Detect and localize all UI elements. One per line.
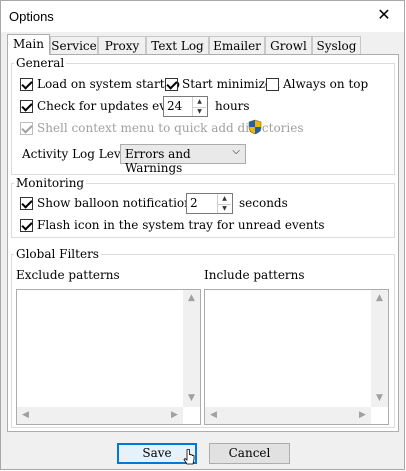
scroll-right-icon[interactable]: ▶ (354, 407, 371, 424)
load-on-startup-checkbox[interactable] (20, 78, 33, 91)
tab-text-log[interactable]: Text Log (146, 36, 209, 54)
shell-context-label[interactable]: Shell context menu to quick add director… (37, 121, 304, 135)
scroll-down-icon[interactable]: ▼ (183, 390, 200, 407)
flash-icon-label[interactable]: Flash icon in the system tray for unread… (37, 218, 325, 232)
include-patterns-label: Include patterns (204, 268, 305, 282)
spinner-down-icon[interactable]: ▼ (218, 204, 231, 214)
activity-log-level-select[interactable]: Errors and Warnings ⌵ (120, 144, 246, 175)
tab-proxy[interactable]: Proxy (98, 36, 146, 54)
tab-growl[interactable]: Growl (265, 36, 312, 54)
tab-syslog[interactable]: Syslog (312, 36, 361, 54)
exclude-patterns-label: Exclude patterns (16, 268, 120, 282)
scroll-left-icon[interactable]: ◀ (17, 407, 34, 424)
always-on-top-label[interactable]: Always on top (283, 77, 368, 91)
update-interval-buttons: ▲ ▼ (192, 97, 207, 116)
include-vertical-scrollbar[interactable]: ▲ ▼ (371, 290, 388, 407)
chevron-down-icon: ⌵ (232, 146, 240, 157)
balloon-duration-value[interactable]: 2 (190, 196, 198, 210)
check-updates-checkbox[interactable] (20, 100, 33, 113)
shell-context-checkbox[interactable] (20, 122, 33, 135)
activity-log-label: Activity Log Level: (22, 147, 136, 161)
update-unit-label: hours (215, 99, 250, 113)
balloon-notifications-checkbox[interactable] (20, 197, 33, 210)
general-group: General Load on system startup Start min… (11, 56, 395, 175)
balloon-unit-label: seconds (239, 196, 288, 210)
global-filters-group: Global Filters Exclude patterns ▲ ▼ ◀ ▶ … (11, 247, 395, 428)
update-interval-spinner[interactable]: 24 ▲ ▼ (163, 96, 208, 117)
start-minimized-checkbox[interactable] (165, 78, 178, 91)
include-patterns-textarea[interactable]: ▲ ▼ ◀ ▶ (204, 289, 389, 425)
update-interval-value[interactable]: 24 (167, 99, 182, 113)
options-window: Options ✕ Main Service Proxy Text Log Em… (0, 0, 405, 470)
balloon-duration-buttons: ▲ ▼ (217, 194, 232, 213)
scroll-up-icon[interactable]: ▲ (371, 290, 388, 307)
tab-main[interactable]: Main (7, 34, 50, 55)
include-horizontal-scrollbar[interactable]: ◀ ▶ (205, 407, 371, 424)
monitoring-group-label: Monitoring (14, 176, 87, 190)
general-group-label: General (14, 56, 67, 70)
load-on-startup-label[interactable]: Load on system startup (37, 77, 180, 91)
main-tab-panel: General Load on system startup Start min… (7, 54, 399, 432)
mouse-pointer-icon (183, 449, 195, 465)
scroll-right-icon[interactable]: ▶ (166, 407, 183, 424)
balloon-duration-spinner[interactable]: 2 ▲ ▼ (186, 193, 233, 214)
tab-service[interactable]: Service (50, 36, 98, 54)
scroll-up-icon[interactable]: ▲ (183, 290, 200, 307)
scroll-left-icon[interactable]: ◀ (205, 407, 222, 424)
spinner-down-icon[interactable]: ▼ (193, 107, 206, 117)
window-title: Options (9, 9, 54, 24)
exclude-patterns-textarea[interactable]: ▲ ▼ ◀ ▶ (16, 289, 201, 425)
tab-emailer[interactable]: Emailer (209, 36, 265, 54)
uac-shield-icon (248, 119, 262, 135)
global-filters-group-label: Global Filters (14, 247, 101, 261)
scroll-down-icon[interactable]: ▼ (371, 390, 388, 407)
flash-icon-checkbox[interactable] (20, 219, 33, 232)
exclude-horizontal-scrollbar[interactable]: ◀ ▶ (17, 407, 183, 424)
always-on-top-checkbox[interactable] (266, 78, 279, 91)
exclude-vertical-scrollbar[interactable]: ▲ ▼ (183, 290, 200, 407)
activity-log-level-value: Errors and Warnings (125, 147, 191, 175)
cancel-button[interactable]: Cancel (209, 443, 290, 464)
monitoring-group: Monitoring Show balloon notifications fo… (11, 176, 395, 238)
close-icon[interactable]: ✕ (370, 4, 398, 28)
title-bar[interactable]: Options ✕ (1, 1, 404, 32)
